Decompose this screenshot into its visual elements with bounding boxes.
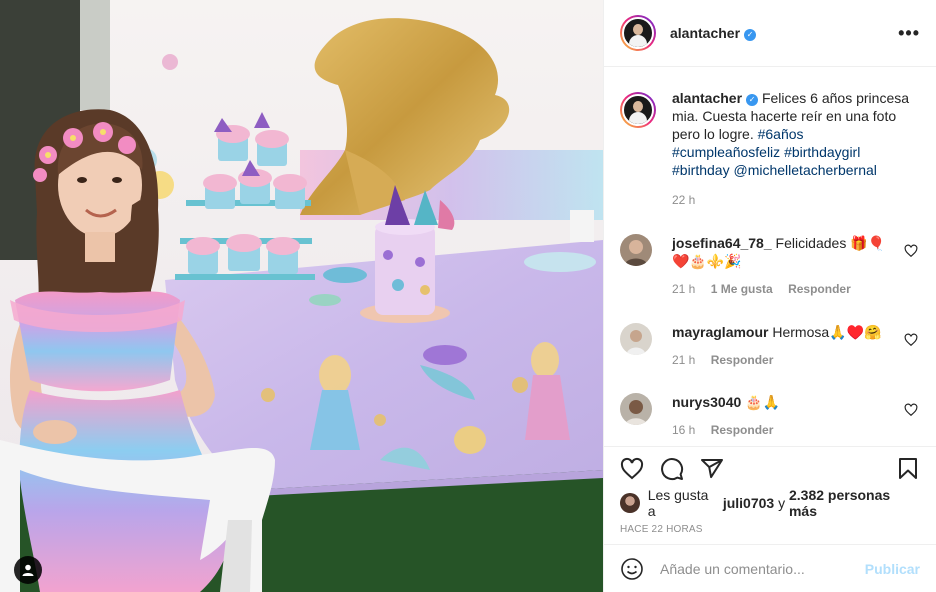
reply-button[interactable]: Responder: [788, 282, 851, 296]
hashtag-link[interactable]: #birthday: [672, 162, 730, 178]
liker-username[interactable]: juli0703: [723, 495, 774, 511]
likes-summary: Les gusta a juli0703 y 2.382 personas má…: [604, 487, 936, 519]
user-icon: [22, 564, 34, 576]
user-tag-button[interactable]: [14, 556, 42, 584]
hashtag-link[interactable]: #birthdaygirl: [784, 144, 860, 160]
post-age: HACE 22 HORAS: [620, 524, 703, 535]
post-photo[interactable]: [0, 0, 603, 592]
like-comment-icon[interactable]: [904, 244, 918, 258]
caption-username[interactable]: alantacher: [672, 90, 742, 106]
caption-line-1: Felices 6 años princesa: [761, 90, 910, 106]
comment-emoji-line: ❤️🎂⚜️🎉: [672, 253, 742, 269]
reply-button[interactable]: Responder: [711, 353, 774, 367]
post-modal: alantacher ✓ ••• alantacher ✓ Felices 6 añ…: [0, 0, 936, 592]
comment-item: josefina64_78_ Felicidades 🎁🎈 ❤️🎂⚜️🎉 21 …: [620, 234, 926, 296]
comment-meta: 16 h Responder: [672, 423, 926, 437]
caption-line-3: pero lo logre.: [672, 126, 754, 142]
action-bar: [604, 447, 936, 491]
comment-username[interactable]: josefina64_78_: [672, 235, 772, 251]
comment-time: 21 h: [672, 353, 696, 367]
comment-text: nurys3040 🎂🙏: [672, 394, 781, 410]
hashtag-link[interactable]: #cumpleañosfeliz: [672, 144, 780, 160]
caption-time: 22 h: [672, 193, 696, 207]
comment-time: 21 h: [672, 282, 696, 296]
caption-line-2: mia. Cuesta hacerte reír en una foto: [672, 108, 897, 124]
comment-item: nurys3040 🎂🙏 16 h Responder: [620, 393, 926, 437]
publish-button[interactable]: Publicar: [865, 561, 920, 577]
verified-badge-icon: ✓: [744, 29, 757, 41]
comment-input[interactable]: [660, 560, 865, 577]
comment-meta: 21 h Responder: [672, 353, 926, 367]
comment-likes-link[interactable]: 1 Me gusta: [711, 282, 773, 296]
mention-link[interactable]: @michelletacherbernal: [733, 162, 876, 178]
commenter-avatar[interactable]: [620, 393, 652, 425]
like-comment-icon[interactable]: [904, 403, 918, 417]
save-bookmark-icon[interactable]: [896, 457, 920, 481]
post-actions: Les gusta a juli0703 y 2.382 personas má…: [604, 446, 936, 535]
comment-text: josefina64_78_ Felicidades 🎁🎈 ❤️🎂⚜️🎉: [672, 235, 886, 269]
party-scene-image: [0, 0, 603, 592]
reply-button[interactable]: Responder: [711, 423, 774, 437]
author-username[interactable]: alantacher ✓: [670, 25, 757, 41]
author-avatar[interactable]: [620, 15, 656, 51]
comment-time: 16 h: [672, 423, 696, 437]
comment-username[interactable]: mayraglamour: [672, 324, 768, 340]
caption: alantacher ✓ Felices 6 años princesa mia.…: [620, 89, 920, 207]
comment-text: mayraglamour Hermosa🙏♥️🤗: [672, 324, 882, 340]
comment-item: mayraglamour Hermosa🙏♥️🤗 21 h Responder: [620, 323, 926, 367]
comment-meta: 21 h 1 Me gusta Responder: [672, 282, 926, 296]
emoji-smiley-icon[interactable]: [620, 557, 644, 581]
post-side-panel: alantacher ✓ ••• alantacher ✓ Felices 6 añ…: [603, 0, 936, 592]
caption-avatar[interactable]: [620, 92, 656, 128]
hashtag-link[interactable]: #6años: [758, 126, 804, 142]
commenter-avatar[interactable]: [620, 323, 652, 355]
verified-badge-icon: ✓: [746, 94, 759, 106]
likes-count-link[interactable]: 2.382 personas más: [789, 487, 920, 519]
like-heart-icon[interactable]: [620, 457, 644, 481]
share-paper-plane-icon[interactable]: [700, 457, 724, 481]
commenter-avatar[interactable]: [620, 234, 652, 266]
like-comment-icon[interactable]: [904, 333, 918, 347]
liker-avatar[interactable]: [620, 493, 640, 513]
comment-username[interactable]: nurys3040: [672, 394, 741, 410]
comments-list[interactable]: alantacher ✓ Felices 6 años princesa mia.…: [604, 67, 936, 445]
comment-bubble-icon[interactable]: [660, 457, 684, 481]
more-options-icon[interactable]: •••: [898, 23, 920, 44]
post-header: alantacher ✓ •••: [604, 0, 936, 67]
add-comment-bar: Publicar: [604, 544, 936, 592]
caption-text: alantacher ✓ Felices 6 años princesa mia.…: [672, 89, 920, 179]
